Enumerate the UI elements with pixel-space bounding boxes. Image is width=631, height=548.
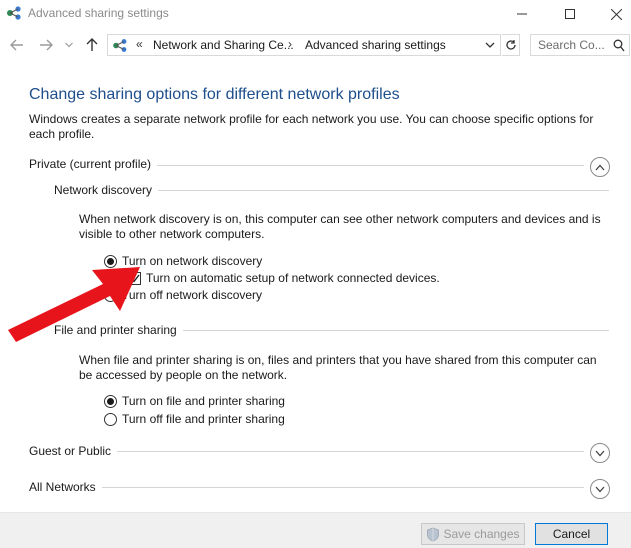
expand-guest-public-button[interactable] [590, 443, 610, 463]
save-changes-button[interactable]: Save changes [421, 523, 525, 545]
search-icon [613, 39, 625, 52]
footer-bar: Save changes Cancel [0, 512, 631, 548]
intro-text: Windows creates a separate network profi… [29, 112, 594, 141]
window-title: Advanced sharing settings [28, 6, 169, 20]
chevron-down-icon[interactable] [484, 39, 496, 51]
radio-button[interactable] [104, 394, 117, 408]
checkbox-automatic-setup[interactable]: Turn on automatic setup of network conne… [128, 271, 440, 285]
section-guest-public[interactable]: Guest or Public [29, 444, 118, 458]
forward-arrow-icon [40, 39, 53, 51]
refresh-button[interactable] [502, 34, 520, 56]
shield-icon [427, 527, 440, 541]
breadcrumb-separator[interactable]: › [288, 37, 292, 51]
forward-button[interactable] [37, 36, 55, 54]
address-bar[interactable]: « Network and Sharing Ce... › Advanced s… [107, 34, 501, 56]
network-icon [113, 39, 127, 52]
title-bar: Advanced sharing settings [0, 0, 631, 28]
chevron-up-icon [595, 164, 605, 170]
refresh-icon [505, 40, 516, 50]
file-printer-sharing-description: When file and printer sharing is on, fil… [79, 353, 597, 382]
search-placeholder: Search Co... [538, 38, 605, 52]
option-label: Turn off file and printer sharing [122, 412, 285, 426]
network-discovery-description: When network discovery is on, this compu… [79, 212, 601, 241]
chevron-down-icon [595, 450, 605, 456]
collapse-private-button[interactable] [590, 157, 610, 177]
up-arrow-icon [86, 38, 98, 51]
save-changes-label: Save changes [443, 527, 520, 541]
close-button[interactable] [593, 0, 631, 28]
page-title: Change sharing options for different net… [29, 86, 400, 103]
cancel-button[interactable]: Cancel [535, 523, 608, 545]
radio-button[interactable] [104, 412, 117, 426]
maximize-button[interactable] [547, 0, 593, 28]
breadcrumb-network-sharing[interactable]: Network and Sharing Ce... [153, 38, 294, 52]
section-private-profile[interactable]: Private (current profile) [29, 157, 158, 171]
up-button[interactable] [84, 36, 100, 54]
breadcrumb-overflow[interactable]: « [136, 37, 143, 51]
cancel-label: Cancel [552, 527, 591, 541]
radio-turn-off-file-printer-sharing[interactable]: Turn off file and printer sharing [104, 412, 285, 426]
minimize-icon [517, 13, 527, 15]
expand-all-networks-button[interactable] [590, 479, 610, 499]
radio-selected-dot [107, 397, 114, 405]
option-label: Turn on automatic setup of network conne… [146, 271, 440, 285]
annotation-arrow-icon [8, 267, 140, 342]
back-arrow-icon [10, 39, 23, 51]
option-label: Turn on file and printer sharing [122, 394, 285, 408]
recent-locations-button[interactable] [63, 36, 75, 54]
minimize-button[interactable] [499, 0, 545, 28]
divider [29, 487, 584, 488]
subsection-network-discovery: Network discovery [54, 183, 159, 197]
breadcrumb-advanced-sharing[interactable]: Advanced sharing settings [305, 38, 446, 52]
back-button[interactable] [8, 36, 26, 54]
search-input[interactable]: Search Co... [530, 34, 630, 56]
maximize-icon [565, 9, 575, 19]
chevron-down-icon [65, 42, 73, 48]
radio-turn-on-file-printer-sharing[interactable]: Turn on file and printer sharing [104, 394, 285, 408]
chevron-down-icon [595, 486, 605, 492]
close-icon [610, 8, 622, 20]
network-icon [7, 6, 21, 20]
section-all-networks[interactable]: All Networks [29, 480, 102, 494]
